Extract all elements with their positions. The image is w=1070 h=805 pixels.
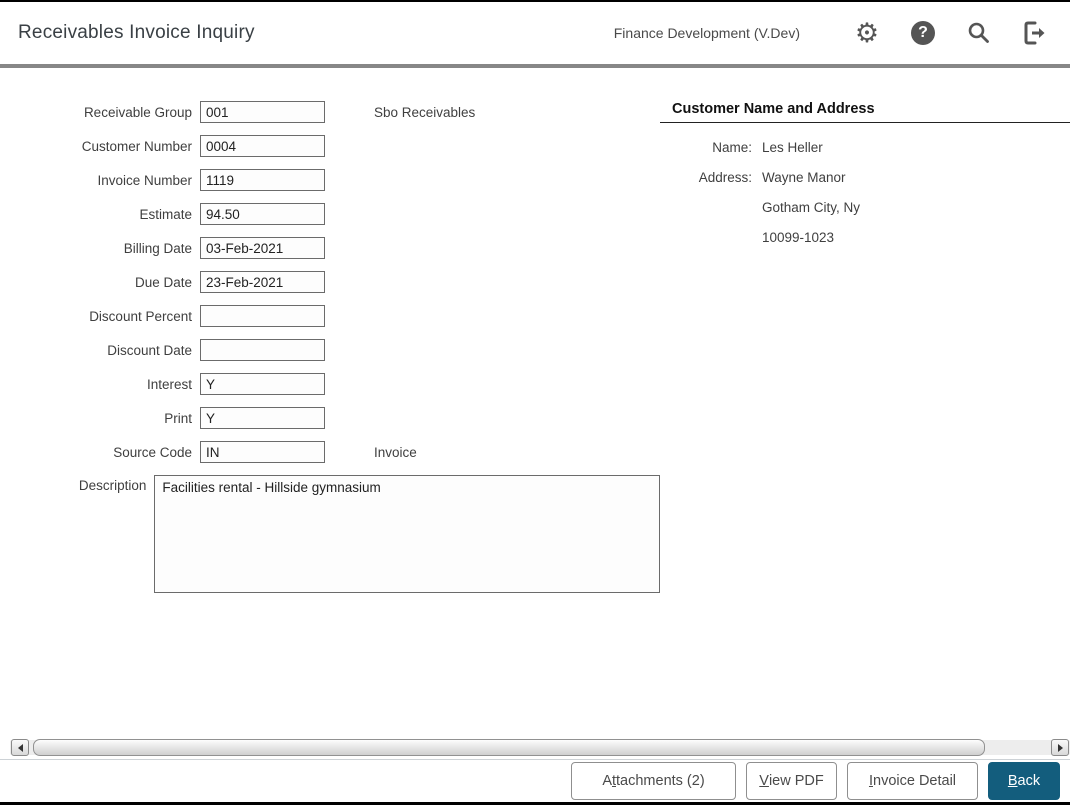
field-row-print: Print <box>0 407 660 429</box>
customer-address-line-3: 10099-1023 <box>762 230 835 245</box>
estimate-input[interactable] <box>200 203 325 225</box>
interest-label: Interest <box>146 376 192 392</box>
search-icon <box>966 20 992 46</box>
environment-label: Finance Development (V.Dev) <box>613 25 800 41</box>
view-pdf-button[interactable]: View PDF <box>746 762 837 800</box>
help-button[interactable]: ? <box>908 18 938 48</box>
field-row-discount-percent: Discount Percent <box>0 305 660 327</box>
discount-percent-input[interactable] <box>200 305 325 327</box>
interest-input[interactable] <box>200 373 325 395</box>
settings-button[interactable]: ⚙ <box>852 18 882 48</box>
customer-address-row: 10099-1023 <box>660 229 1070 246</box>
sign-out-icon <box>1021 20 1049 46</box>
customer-address-line-2: Gotham City, Ny <box>762 200 861 215</box>
invoice-form: Receivable Group Sbo Receivables Custome… <box>0 101 660 605</box>
customer-number-label: Customer Number <box>81 138 192 154</box>
discount-date-input[interactable] <box>200 339 325 361</box>
customer-details: Name: Les Heller Address: Wayne Manor Go… <box>660 139 1070 246</box>
scroll-left-button[interactable] <box>11 739 29 756</box>
invoice-detail-button[interactable]: Invoice Detail <box>847 762 978 800</box>
header-actions: Finance Development (V.Dev) ⚙ ? <box>614 18 1050 48</box>
field-row-discount-date: Discount Date <box>0 339 660 361</box>
footer-button-bar: At tachments (2) View PDF Invoice Detail … <box>571 762 1060 800</box>
sign-out-button[interactable] <box>1020 18 1050 48</box>
customer-address-line-1: Wayne Manor <box>762 170 846 185</box>
footer-divider <box>0 759 1070 760</box>
print-input[interactable] <box>200 407 325 429</box>
page-title: Receivables Invoice Inquiry <box>18 22 255 43</box>
field-row-description: Description Facilities rental - Hillside… <box>0 475 660 593</box>
source-code-label: Source Code <box>113 444 192 460</box>
customer-panel-title: Customer Name and Address <box>660 101 1070 123</box>
field-row-customer-number: Customer Number <box>0 135 660 157</box>
customer-panel: Customer Name and Address Name: Les Hell… <box>660 101 1070 259</box>
customer-address-row: Address: Wayne Manor <box>660 169 1070 186</box>
receivable-group-description: Sbo Receivables <box>374 104 476 120</box>
customer-address-label: Address: <box>698 170 752 185</box>
horizontal-scrollbar[interactable] <box>10 739 1070 756</box>
print-label: Print <box>164 410 192 426</box>
description-textarea[interactable]: Facilities rental - Hillside gymnasium <box>154 475 660 593</box>
help-icon: ? <box>911 21 935 45</box>
field-row-invoice-number: Invoice Number <box>0 169 660 191</box>
field-row-billing-date: Billing Date <box>0 237 660 259</box>
customer-name-value: Les Heller <box>762 140 823 155</box>
billing-date-input[interactable] <box>200 237 325 259</box>
receivable-group-label: Receivable Group <box>83 104 192 120</box>
estimate-label: Estimate <box>139 206 192 222</box>
scroll-right-button[interactable] <box>1051 739 1069 756</box>
customer-name-row: Name: Les Heller <box>660 139 1070 156</box>
receivable-group-input[interactable] <box>200 101 325 123</box>
header-divider <box>0 64 1070 68</box>
field-row-interest: Interest <box>0 373 660 395</box>
field-row-estimate: Estimate <box>0 203 660 225</box>
header-bar: Receivables Invoice Inquiry Finance Deve… <box>0 2 1070 64</box>
customer-number-input[interactable] <box>200 135 325 157</box>
attachments-button[interactable]: At tachments (2) <box>571 762 736 800</box>
field-row-source-code: Source Code Invoice <box>0 441 660 463</box>
source-code-description: Invoice <box>374 444 417 460</box>
arrow-left-icon <box>17 743 23 752</box>
due-date-label: Due Date <box>134 274 192 290</box>
discount-date-label: Discount Date <box>107 342 192 358</box>
scrollbar-thumb[interactable] <box>33 739 985 756</box>
invoice-number-input[interactable] <box>200 169 325 191</box>
customer-address-row: Gotham City, Ny <box>660 199 1070 216</box>
billing-date-label: Billing Date <box>123 240 192 256</box>
discount-percent-label: Discount Percent <box>89 308 192 324</box>
receivables-invoice-inquiry-window: Receivables Invoice Inquiry Finance Deve… <box>0 0 1070 805</box>
back-button[interactable]: Back <box>988 762 1060 800</box>
customer-name-label: Name: <box>712 140 752 155</box>
description-label: Description <box>78 478 147 493</box>
gear-icon: ⚙ <box>854 17 880 49</box>
search-button[interactable] <box>964 18 994 48</box>
due-date-input[interactable] <box>200 271 325 293</box>
arrow-right-icon <box>1057 743 1063 752</box>
source-code-input[interactable] <box>200 441 325 463</box>
field-row-receivable-group: Receivable Group Sbo Receivables <box>0 101 660 123</box>
field-row-due-date: Due Date <box>0 271 660 293</box>
invoice-number-label: Invoice Number <box>97 172 192 188</box>
